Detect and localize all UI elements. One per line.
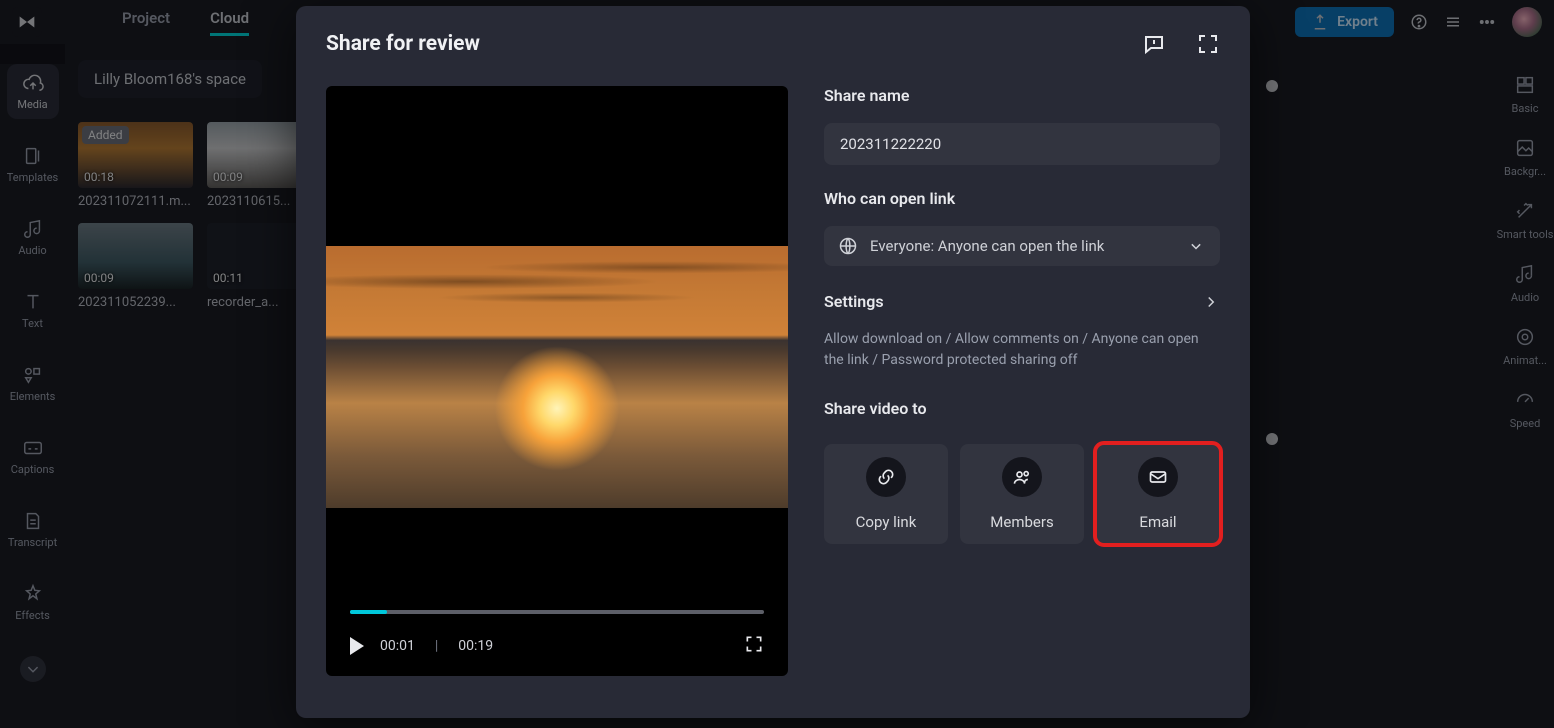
animate-icon [1514, 326, 1536, 348]
sidebar-item-effects[interactable]: Effects [7, 575, 59, 630]
right-sidebar: Basic Backgr... Smart tools Audio Animat… [1496, 44, 1554, 74]
play-button[interactable] [350, 637, 364, 655]
who-open-value: Everyone: Anyone can open the link [870, 237, 1104, 255]
sidebar-item-captions[interactable]: Captions [7, 429, 59, 484]
settings-desc: Allow download on / Allow comments on / … [824, 329, 1220, 371]
magic-icon [1514, 200, 1536, 222]
chevron-right-icon [1202, 293, 1220, 311]
left-sidebar: Media Templates Audio Text Elements Capt… [0, 44, 65, 64]
effects-icon [22, 583, 44, 605]
preview-frame [326, 246, 788, 508]
export-button[interactable]: Export [1295, 7, 1394, 37]
sidebar-item-transcript[interactable]: Transcript [7, 502, 59, 557]
link-icon [876, 467, 896, 487]
selection-handle[interactable] [1266, 80, 1278, 92]
tab-project[interactable]: Project [122, 9, 170, 36]
share-email[interactable]: Email [1096, 444, 1220, 544]
fullscreen-button[interactable] [744, 634, 764, 658]
chevron-down-icon [1186, 236, 1206, 256]
rightbar-item-background[interactable]: Backgr... [1504, 137, 1546, 178]
globe-icon [838, 236, 858, 256]
avatar[interactable] [1512, 7, 1542, 37]
space-button[interactable]: Lilly Bloom168's space [78, 60, 262, 98]
export-icon [1311, 13, 1329, 31]
app-logo [12, 7, 42, 37]
sidebar-item-audio[interactable]: Audio [7, 210, 59, 265]
selection-handle[interactable] [1266, 433, 1278, 445]
rightbar-item-audio[interactable]: Audio [1511, 263, 1539, 304]
sidebar-item-media[interactable]: Media [7, 64, 59, 119]
panels-icon[interactable] [1444, 13, 1462, 31]
who-open-label: Who can open link [824, 189, 1220, 208]
templates-icon [22, 145, 44, 167]
cloud-upload-icon [22, 72, 44, 94]
speed-icon [1514, 389, 1536, 411]
audio2-icon [1514, 263, 1536, 285]
members-icon [1012, 467, 1032, 487]
share-name-label: Share name [824, 86, 1220, 105]
time-current: 00:01 [380, 638, 415, 654]
settings-row[interactable]: Settings [824, 292, 1220, 311]
chevron-down-icon [22, 658, 44, 680]
share-members[interactable]: Members [960, 444, 1084, 544]
modal-title: Share for review [326, 32, 480, 56]
share-name-input[interactable] [824, 123, 1220, 165]
share-review-modal: Share for review 00:01 | 00:19 [296, 6, 1250, 718]
time-duration: 00:19 [458, 638, 493, 654]
more-icon[interactable] [1478, 13, 1496, 31]
transcript-icon [22, 510, 44, 532]
background-icon [1514, 137, 1536, 159]
who-open-select[interactable]: Everyone: Anyone can open the link [824, 226, 1220, 266]
top-tabs: Project Cloud [122, 9, 249, 36]
media-thumb[interactable]: 00:09 202311052239... [78, 223, 193, 310]
captions-icon [22, 437, 44, 459]
sidebar-item-text[interactable]: Text [7, 283, 59, 338]
export-label: Export [1337, 14, 1378, 30]
video-preview: 00:01 | 00:19 [326, 86, 788, 676]
media-thumb[interactable]: Added00:18 202311072111.m... [78, 122, 193, 209]
sidebar-collapse[interactable] [7, 648, 59, 690]
rightbar-item-speed[interactable]: Speed [1510, 389, 1541, 430]
share-video-to-label: Share video to [824, 399, 1220, 418]
basic-icon [1514, 74, 1536, 96]
progress-bar[interactable] [350, 610, 764, 614]
text-icon [22, 291, 44, 313]
sidebar-item-elements[interactable]: Elements [7, 356, 59, 411]
settings-label: Settings [824, 292, 884, 311]
comment-icon[interactable] [1142, 32, 1166, 56]
email-icon [1148, 467, 1168, 487]
tab-cloud[interactable]: Cloud [210, 9, 249, 36]
help-icon[interactable] [1410, 13, 1428, 31]
elements-icon [22, 364, 44, 386]
audio-icon [22, 218, 44, 240]
share-copy-link[interactable]: Copy link [824, 444, 948, 544]
fullscreen-icon [744, 634, 764, 654]
rightbar-item-basic[interactable]: Basic [1512, 74, 1539, 115]
rightbar-item-smart[interactable]: Smart tools [1497, 200, 1554, 241]
expand-icon[interactable] [1196, 32, 1220, 56]
sidebar-item-templates[interactable]: Templates [7, 137, 59, 192]
rightbar-item-animate[interactable]: Animat... [1503, 326, 1547, 367]
